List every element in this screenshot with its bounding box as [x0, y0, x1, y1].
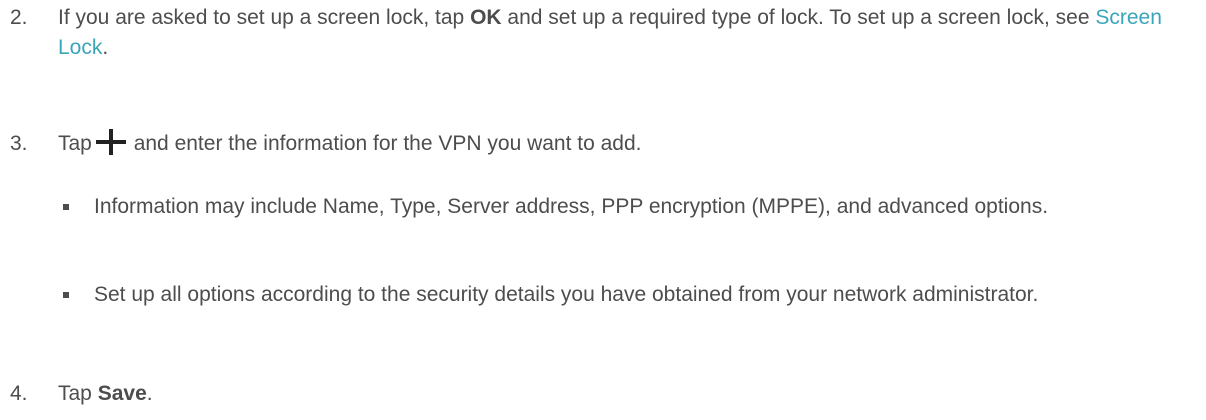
- bullet-marker: [63, 204, 69, 210]
- step-text: If you are asked to set up a screen lock…: [58, 6, 1162, 59]
- step-number: 3.: [10, 132, 28, 155]
- bullet-marker: [63, 292, 69, 298]
- step-number: 4.: [10, 382, 28, 405]
- ok-label: OK: [470, 6, 502, 29]
- step-text: Tap and enter the information for the VP…: [58, 129, 642, 155]
- bullet-text: Set up all options according to the secu…: [94, 283, 1039, 306]
- step-text: Tap Save.: [58, 382, 153, 405]
- save-label: Save: [97, 382, 147, 405]
- bullet-text: Information may include Name, Type, Serv…: [94, 195, 1049, 218]
- step-number: 2.: [10, 6, 28, 29]
- plus-icon: [95, 129, 126, 155]
